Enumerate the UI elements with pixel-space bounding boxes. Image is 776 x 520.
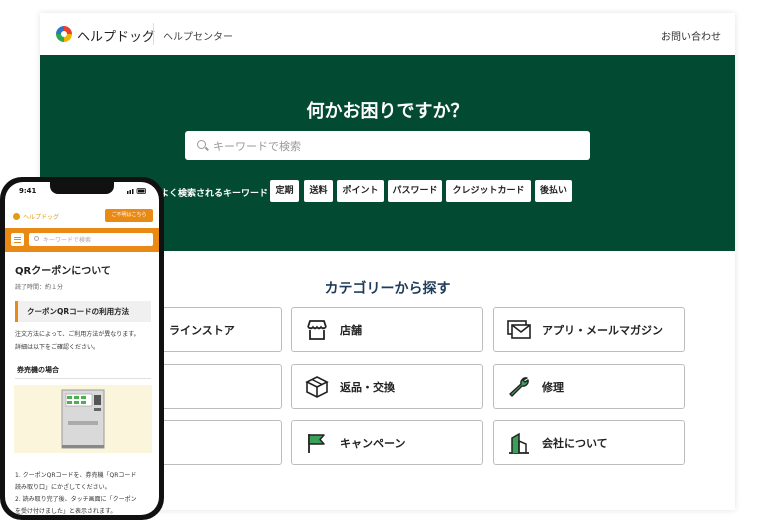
- category-repair[interactable]: 修理: [493, 364, 685, 409]
- phone-notch: [50, 182, 114, 194]
- category-app-newsletter[interactable]: アプリ・メールマガジン: [493, 307, 685, 352]
- category-store[interactable]: 店舗: [291, 307, 483, 352]
- article-title: QRクーポンについて: [15, 266, 111, 277]
- contact-link[interactable]: お問い合わせ: [661, 28, 721, 43]
- battery-icon: [127, 188, 146, 194]
- category-company[interactable]: 会社について: [493, 420, 685, 465]
- category-label: 修理: [542, 381, 564, 394]
- step-line: を受け付けました」と表示されます。: [15, 508, 117, 515]
- box-icon: [305, 376, 329, 398]
- category-label: 店舗: [340, 324, 362, 337]
- keyword-chip[interactable]: 後払い: [535, 180, 572, 202]
- phone-search-placeholder: キーワードで検索: [43, 237, 92, 244]
- keyword-chip[interactable]: パスワード: [388, 180, 442, 202]
- phone-contact-button[interactable]: ご不明はこちら: [105, 209, 153, 222]
- subsection-title: 券売機の場合: [17, 366, 59, 374]
- hero-title: 何かお困りですか？: [306, 101, 469, 122]
- section-body-line: 注文方法によって、ご利用方法が異なります。: [15, 331, 140, 338]
- phone-brand-name[interactable]: ヘルプドッグ: [23, 212, 59, 221]
- category-label: アプリ・メールマガジン: [542, 324, 663, 337]
- search-icon: [197, 140, 206, 149]
- keyword-chip[interactable]: 送料: [304, 180, 333, 202]
- keyword-chip[interactable]: 定期: [270, 180, 299, 202]
- category-label: キャンペーン: [340, 437, 406, 450]
- hamburger-menu-icon[interactable]: [11, 233, 24, 246]
- section-title: クーポンQRコードの利用方法: [27, 307, 130, 316]
- building-icon: [509, 432, 529, 454]
- phone-frame: 9:41 ヘルプドッグ ご不明はこちら キーワードで検索 QRクーポンについて …: [0, 177, 164, 520]
- envelope-icon: [507, 320, 531, 339]
- phone-search-bar: キーワードで検索: [5, 228, 159, 252]
- phone-screen: 9:41 ヘルプドッグ ご不明はこちら キーワードで検索 QRクーポンについて …: [5, 182, 159, 515]
- step-line: 読み取り口」にかざしてください。: [15, 484, 111, 491]
- phone-brand-logo-icon[interactable]: [13, 213, 20, 220]
- top-nav: ヘルプドッグ ヘルプセンター お問い合わせ: [40, 13, 735, 55]
- category-label: ラインストア: [169, 324, 235, 337]
- read-time: 読了時間：約１分: [15, 284, 64, 291]
- step-line: 2. 読み取り完了後、タッチ画面に「クーポン: [15, 496, 137, 503]
- keyword-chip[interactable]: クレジットカード: [446, 180, 531, 202]
- storefront-icon: [307, 320, 327, 340]
- phone-search-input[interactable]: キーワードで検索: [29, 233, 153, 246]
- category-campaign[interactable]: キャンペーン: [291, 420, 483, 465]
- brand-name[interactable]: ヘルプドッグ: [77, 26, 155, 45]
- phone-header: ヘルプドッグ ご不明はこちら: [5, 206, 159, 230]
- wrench-icon: [509, 377, 529, 397]
- category-label: 返品・交換: [340, 381, 395, 394]
- ticket-machine-illustration: [14, 385, 152, 453]
- help-center-label: ヘルプセンター: [163, 32, 233, 43]
- section-body-line: 詳細は以下をご確認ください。: [15, 344, 100, 351]
- search-placeholder: キーワードで検索: [213, 140, 301, 153]
- subsection-divider: [15, 378, 151, 379]
- category-label: 会社について: [542, 437, 608, 450]
- brand-logo-icon[interactable]: [56, 26, 72, 42]
- section-heading: クーポンQRコードの利用方法: [15, 301, 151, 322]
- popular-keywords-label: よく検索されるキーワード: [160, 189, 269, 199]
- search-icon: [34, 236, 39, 241]
- flag-icon: [308, 434, 325, 453]
- nav-divider: [153, 23, 154, 45]
- category-returns[interactable]: 返品・交換: [291, 364, 483, 409]
- status-time: 9:41: [19, 187, 37, 195]
- search-input[interactable]: キーワードで検索: [185, 131, 590, 160]
- step-line: 1. クーポンQRコードを、券売機「QRコード: [15, 472, 137, 479]
- keyword-chip[interactable]: ポイント: [337, 180, 384, 202]
- ticket-machine-icon: [61, 389, 105, 449]
